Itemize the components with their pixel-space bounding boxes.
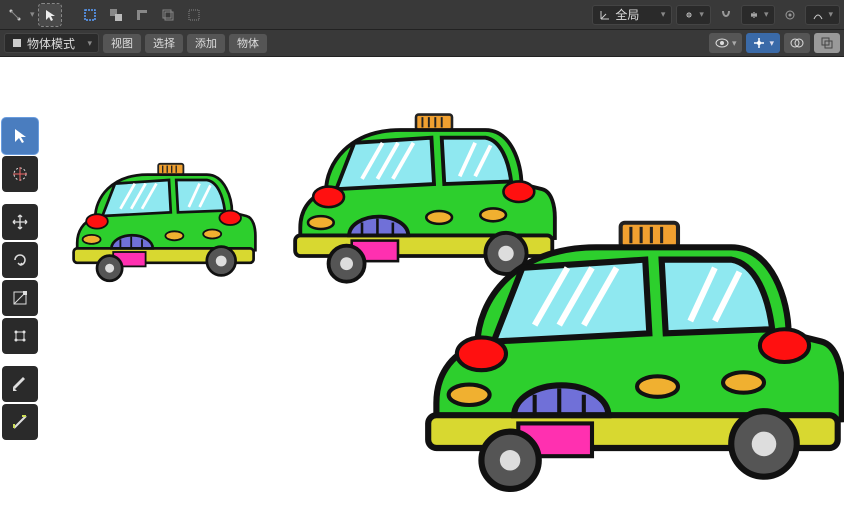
canvas-object-taxi-3[interactable] [420, 217, 844, 507]
visibility-dropdown[interactable]: ▾ [709, 33, 743, 53]
menu-select[interactable]: 选择 [145, 34, 183, 53]
falloff-icon [812, 9, 824, 21]
select-mode-intersect-icon[interactable] [157, 4, 179, 26]
chevron-down-icon: ▾ [828, 9, 833, 20]
eye-icon [715, 37, 729, 49]
snap-options-icon[interactable] [4, 4, 26, 26]
tool-rotate[interactable] [2, 242, 38, 278]
proportional-falloff-dropdown[interactable]: ▾ [805, 5, 840, 25]
transform-orientation-dropdown[interactable]: 全局 ▾ [592, 5, 672, 25]
xray-toggle[interactable] [814, 33, 840, 53]
proportional-edit-toggle-icon[interactable] [779, 4, 801, 26]
tool-measure[interactable] [2, 404, 38, 440]
pivot-icon [683, 9, 695, 21]
viewport-3d[interactable] [0, 57, 844, 532]
tool-select-box[interactable] [2, 118, 38, 154]
header-toolbar: ▾ 全局 ▾ ▾ ▾ ▾ [0, 0, 844, 30]
select-mode-box-icon[interactable] [79, 4, 101, 26]
tool-cursor[interactable] [2, 156, 38, 192]
chevron-down-icon: ▾ [764, 9, 769, 20]
object-mode-icon [11, 37, 23, 49]
select-mode-invert-icon[interactable] [183, 4, 205, 26]
menu-object[interactable]: 物体 [229, 34, 267, 53]
mode-dropdown[interactable]: 物体模式 ▾ [4, 33, 99, 53]
overlay-icon [790, 36, 804, 50]
snap-grid-icon [748, 9, 760, 21]
tool-transform[interactable] [2, 318, 38, 354]
axes-icon [599, 9, 611, 21]
xray-icon [820, 36, 834, 50]
chevron-down-icon: ▾ [732, 38, 737, 49]
tool-annotate[interactable] [2, 366, 38, 402]
overlay-toggle[interactable] [784, 33, 810, 53]
select-mode-extend-icon[interactable] [105, 4, 127, 26]
menu-add[interactable]: 添加 [187, 34, 225, 53]
canvas-object-taxi-1[interactable] [70, 162, 280, 302]
orientation-label: 全局 [615, 6, 639, 23]
chevron-down-icon: ▾ [661, 9, 666, 20]
menu-view[interactable]: 视图 [103, 34, 141, 53]
tool-move[interactable] [2, 204, 38, 240]
mode-label: 物体模式 [27, 35, 75, 52]
editor-menu-bar: 物体模式 ▾ 视图 选择 添加 物体 ▾ ▾ [0, 30, 844, 57]
snap-toggle-icon[interactable] [715, 4, 737, 26]
tool-sidebar [0, 114, 40, 444]
chevron-down-icon: ▾ [699, 9, 704, 20]
gizmo-icon [752, 36, 766, 50]
select-mode-subtract-icon[interactable] [131, 4, 153, 26]
chevron-down-icon: ▾ [87, 38, 92, 49]
pivot-point-dropdown[interactable]: ▾ [676, 5, 711, 25]
header-right-controls: ▾ ▾ [709, 33, 840, 53]
tool-scale[interactable] [2, 280, 38, 316]
chevron-down-icon: ▾ [30, 9, 35, 20]
snap-mode-dropdown[interactable]: ▾ [741, 5, 776, 25]
gizmo-toggle[interactable]: ▾ [746, 33, 780, 53]
chevron-down-icon: ▾ [769, 38, 774, 49]
cursor-tool-icon[interactable] [39, 4, 61, 26]
